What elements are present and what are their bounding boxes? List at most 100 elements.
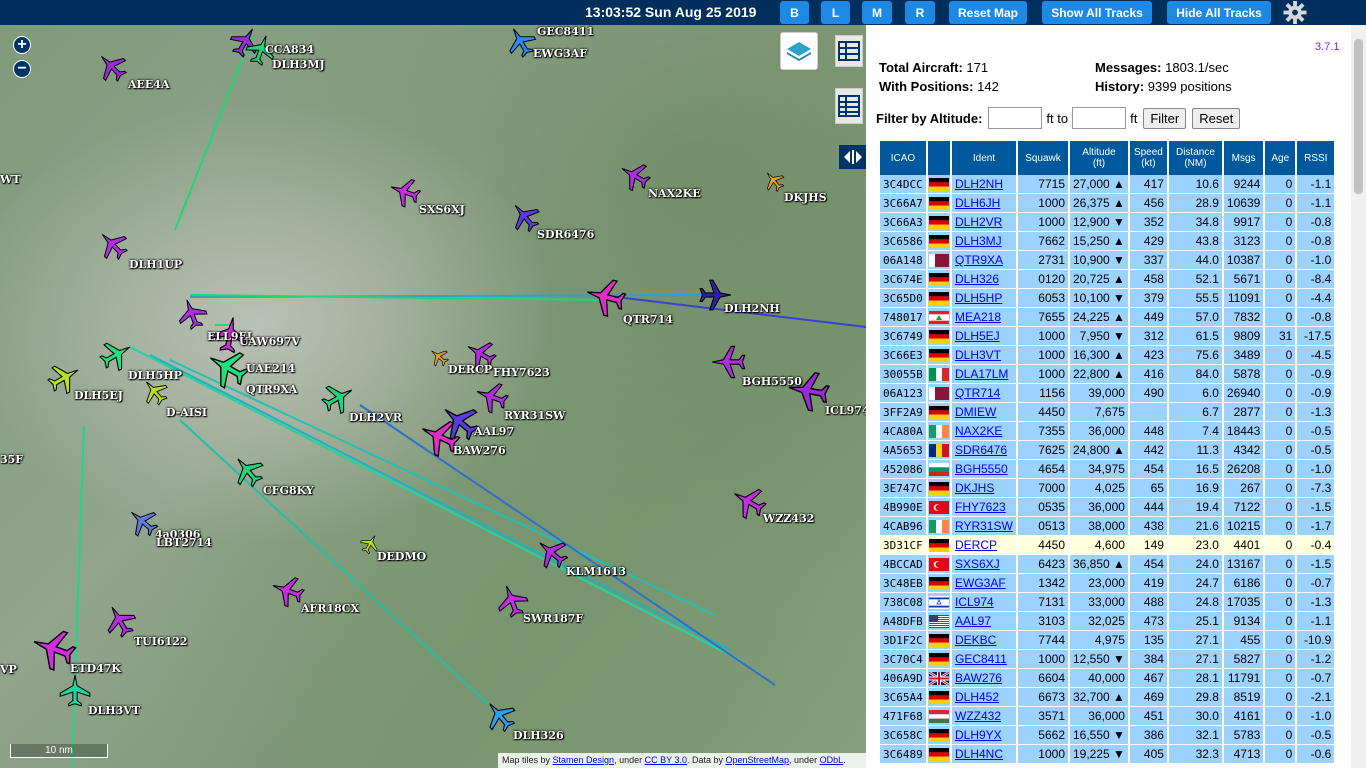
aircraft-label[interactable]: NAX2KE [648, 187, 701, 200]
table-row[interactable]: 3C674E DLH326 0120 20,725 ▲ 458 52.1 5671 0 -8.4 [880, 270, 1335, 289]
ident-link[interactable]: DLH452 [955, 690, 999, 704]
column-header[interactable]: Squawk [1018, 141, 1068, 175]
table-row[interactable]: 3C66E3 DLH3VT 1000 16,300 ▲ 423 75.6 3489 0 -4.5 [880, 346, 1335, 365]
aircraft-label[interactable]: TUI6122 [134, 635, 188, 648]
zoom-in-button[interactable]: + [13, 36, 31, 54]
aircraft-label[interactable]: SWR187F [523, 612, 583, 625]
panel-scrollbar[interactable] [1351, 25, 1366, 768]
aircraft-icon[interactable] [96, 228, 130, 262]
aircraft-label[interactable]: BAW276 [453, 444, 506, 457]
ident-link[interactable]: MEA218 [955, 310, 1001, 324]
aircraft-icon[interactable] [584, 275, 628, 319]
aircraft-icon[interactable] [428, 346, 450, 368]
odbl-link[interactable]: ODbL [820, 755, 844, 765]
aircraft-label[interactable]: AAL97 [474, 425, 514, 438]
settings-gear-icon[interactable] [1282, 0, 1308, 25]
table-row[interactable]: 06A123 QTR714 1156 39,000 490 6.0 26940 0 -0.9 [880, 384, 1335, 403]
aircraft-label[interactable]: DLH1UP [129, 258, 182, 271]
m-button[interactable]: M [862, 1, 892, 24]
ident-link[interactable]: AAL97 [955, 614, 991, 628]
ident-link[interactable]: BGH5550 [955, 462, 1008, 476]
aircraft-icon[interactable] [534, 535, 570, 571]
table-row[interactable]: 3C66A3 DLH2VR 1000 12,900 ▼ 352 34.8 9917 0 -0.8 [880, 213, 1335, 232]
altitude-max-input[interactable] [1072, 107, 1127, 129]
aircraft-label[interactable]: AFR18CX [301, 602, 359, 615]
ident-link[interactable]: DLH5EJ [955, 329, 1000, 343]
aircraft-label[interactable]: CCA834 [265, 43, 314, 56]
table-row[interactable]: 3C48EB EWG3AF 1342 23,000 419 24.7 6186 0 -0.7 [880, 574, 1335, 593]
table-row[interactable]: 406A9D BAW276 6604 40,000 467 28.1 11791 0 -0.7 [880, 669, 1335, 688]
aircraft-label[interactable]: VP [0, 663, 17, 676]
aircraft-label[interactable]: BGH5550 [742, 375, 802, 388]
ident-link[interactable]: DLH6JH [955, 196, 1000, 210]
layers-icon[interactable] [780, 32, 818, 70]
aircraft-label[interactable]: AEE4A [128, 78, 170, 91]
column-header[interactable]: Msgs [1223, 141, 1264, 175]
ident-link[interactable]: SDR6476 [955, 443, 1007, 457]
ident-link[interactable]: DERCP [955, 538, 997, 552]
ident-link[interactable]: RYR31SW [955, 519, 1013, 533]
column-header[interactable]: Age [1265, 141, 1296, 175]
aircraft-icon[interactable] [95, 50, 129, 84]
base-layer-button[interactable]: B [780, 1, 809, 24]
ident-link[interactable]: NAX2KE [955, 424, 1002, 438]
aircraft-label[interactable]: DLH3MJ [272, 58, 325, 71]
r-button[interactable]: R [905, 1, 935, 24]
aircraft-label[interactable]: SXS6XJ [419, 203, 465, 216]
aircraft-label[interactable]: DLH2NH [724, 302, 780, 315]
aircraft-label[interactable]: 35F [0, 453, 23, 466]
aircraft-icon[interactable] [102, 603, 138, 639]
toggle-table-icon[interactable] [835, 35, 863, 67]
ident-link[interactable]: DLH2NH [955, 177, 1003, 191]
aircraft-icon[interactable] [205, 345, 251, 391]
column-header[interactable]: Speed (kt) [1129, 141, 1167, 175]
scrollbar-thumb[interactable] [1354, 39, 1363, 194]
ident-link[interactable]: WZZ432 [955, 709, 1001, 723]
aircraft-label[interactable]: ICL974 [825, 404, 866, 417]
table-row[interactable]: 4CA80A NAX2KE 7355 36,000 448 7.4 18443 0 -0.5 [880, 422, 1335, 441]
map-view[interactable]: + − CCA834 DLH3MJ AEE4A GEC8411 EWG3AF W… [0, 25, 866, 768]
aircraft-label[interactable]: UAW697V [239, 335, 300, 348]
table-row[interactable]: 3E747C DKJHS 7000 4,025 65 16.9 267 0 -7.3 [880, 479, 1335, 498]
table-row[interactable]: 06A148 QTR9XA 2731 10,900 ▼ 337 44.0 10387 0 -1.… [880, 251, 1335, 270]
ident-link[interactable]: DLH3VT [955, 348, 1001, 362]
table-row[interactable]: 4BCCAD SXS6XJ 6423 36,850 ▲ 454 24.0 13167 0 -1.… [880, 555, 1335, 574]
aircraft-label[interactable]: QTR714 [623, 313, 673, 326]
aircraft-label[interactable]: CFG8KY [263, 484, 314, 497]
ident-link[interactable]: DEKBC [955, 633, 996, 647]
ident-link[interactable]: DLH9YX [955, 728, 1002, 742]
table-row[interactable]: 3C65D0 DLH5HP 6053 10,100 ▼ 379 55.5 11091 0 -4.… [880, 289, 1335, 308]
aircraft-icon[interactable] [388, 175, 422, 209]
aircraft-label[interactable]: DLH2VR [349, 411, 402, 424]
table-row[interactable]: 452086 BGH5550 4654 34,975 454 16.5 26208 0 -1.0 [880, 460, 1335, 479]
table-row[interactable]: A48DFB AAL97 3103 32,025 473 25.1 9134 0 -1.1 [880, 612, 1335, 631]
table-row[interactable]: 3D31CF DERCP 4450 4,600 149 23.0 4401 0 -0.4 [880, 536, 1335, 555]
table-row[interactable]: 3C6489 DLH4NC 1000 19,225 ▼ 405 32.3 4713 0 -0.6 [880, 745, 1335, 764]
table-row[interactable]: 3C70C4 GEC8411 1000 12,550 ▼ 384 27.1 5827 0 -1.… [880, 650, 1335, 669]
ident-link[interactable]: BAW276 [955, 671, 1002, 685]
table-row[interactable]: 738C08 ICL974 7131 33,000 488 24.8 17035 0 -1.3 [880, 593, 1335, 612]
aircraft-label[interactable]: GEC8411 [537, 25, 594, 38]
ident-link[interactable]: DLH4NC [955, 747, 1003, 761]
ident-link[interactable]: DMIEW [955, 405, 996, 419]
table-row[interactable]: 3C4DCC DLH2NH 7715 27,000 ▲ 417 10.6 9244 0 -1.1 [880, 175, 1335, 194]
reset-filter-button[interactable]: Reset [1192, 107, 1241, 129]
reset-map-button[interactable]: Reset Map [949, 1, 1027, 24]
aircraft-label[interactable]: EWG3AF [533, 47, 587, 60]
aircraft-icon[interactable] [762, 169, 786, 193]
ident-link[interactable]: DLH326 [955, 272, 999, 286]
column-header[interactable]: ICAO [880, 141, 926, 175]
aircraft-icon[interactable] [618, 159, 652, 193]
ccby-link[interactable]: CC BY 3.0 [645, 755, 687, 765]
ident-link[interactable]: FHY7623 [955, 500, 1006, 514]
aircraft-icon[interactable] [98, 337, 134, 373]
column-header[interactable]: Ident [952, 141, 1016, 175]
column-header[interactable] [928, 141, 950, 175]
aircraft-icon[interactable] [230, 453, 266, 489]
ident-link[interactable]: DLH2VR [955, 215, 1002, 229]
column-header[interactable]: RSSI [1297, 141, 1335, 175]
aircraft-label[interactable]: SDR6476 [537, 228, 594, 241]
aircraft-label[interactable]: LBT2714 [156, 536, 212, 549]
aircraft-label[interactable]: DEDMO [377, 550, 426, 563]
ident-link[interactable]: DLH5HP [955, 291, 1002, 305]
